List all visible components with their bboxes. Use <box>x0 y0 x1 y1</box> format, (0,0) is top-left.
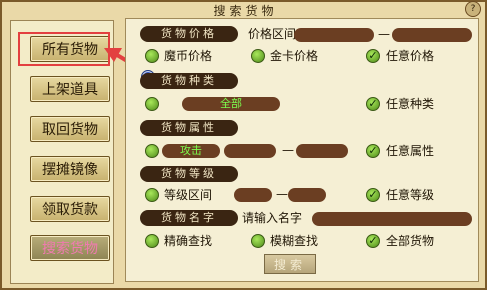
price-max-field[interactable] <box>392 28 472 42</box>
label-any-level: 任意等级 <box>386 188 435 202</box>
price-dash: — <box>378 27 390 41</box>
level-min-field[interactable] <box>234 188 272 202</box>
radio-type-select[interactable] <box>145 97 159 111</box>
sidebar-item-stall-mirror[interactable]: 摆摊镜像 <box>30 156 110 182</box>
help-icon[interactable]: ? <box>465 1 481 17</box>
label-coin-price: 魔币价格 <box>164 49 213 63</box>
label-any-attribute: 任意属性 <box>386 144 435 158</box>
section-level: 货物等级 <box>140 166 238 182</box>
sidebar-item-collect-payment[interactable]: 领取货款 <box>30 196 110 222</box>
label-any-type: 任意种类 <box>386 97 435 111</box>
radio-attribute-select[interactable] <box>145 144 159 158</box>
name-input[interactable] <box>312 212 472 226</box>
label-level-range: 等级区间 <box>164 188 213 202</box>
label-exact-search: 精确查找 <box>164 234 213 248</box>
attribute-max-field[interactable] <box>296 144 348 158</box>
label-card-price: 金卡价格 <box>270 49 319 63</box>
checkbox-any-level[interactable]: ✓ <box>366 188 380 202</box>
checkbox-all-goods[interactable]: ✓ <box>366 234 380 248</box>
level-max-field[interactable] <box>288 188 326 202</box>
radio-exact-search[interactable] <box>145 234 159 248</box>
annotation-highlight-box <box>18 32 110 66</box>
checkbox-any-attribute[interactable]: ✓ <box>366 144 380 158</box>
name-input-label: 请输入名字 <box>242 211 303 225</box>
market-window: 搜索货物 ? 所有货物 上架道具 取回货物 摆摊镜像 领取货款 搜索货物 货物价… <box>0 0 487 290</box>
section-name: 货物名字 <box>140 210 238 226</box>
section-type: 货物种类 <box>140 73 238 89</box>
attribute-min-field[interactable] <box>224 144 276 158</box>
radio-fuzzy-search[interactable] <box>251 234 265 248</box>
price-min-field[interactable] <box>294 28 374 42</box>
label-all-goods: 全部货物 <box>386 234 435 248</box>
type-dropdown[interactable]: 全部 <box>182 97 280 111</box>
label-fuzzy-search: 模糊查找 <box>270 234 319 248</box>
attribute-dropdown[interactable]: 攻击 <box>162 144 220 158</box>
section-attribute: 货物属性 <box>140 120 238 136</box>
section-price: 货物价格 <box>140 26 238 42</box>
radio-level-range[interactable] <box>145 188 159 202</box>
price-range-label: 价格区间 <box>248 27 297 41</box>
sidebar-item-retrieve-goods[interactable]: 取回货物 <box>30 116 110 142</box>
attribute-dash: — <box>282 143 294 157</box>
radio-coin-price[interactable] <box>145 49 159 63</box>
radio-card-price[interactable] <box>251 49 265 63</box>
sidebar-item-search-goods[interactable]: 搜索货物 <box>30 235 110 261</box>
checkbox-any-price[interactable]: ✓ <box>366 49 380 63</box>
label-any-price: 任意价格 <box>386 49 435 63</box>
sidebar-item-list-item[interactable]: 上架道具 <box>30 76 110 102</box>
level-dash: — <box>276 187 288 201</box>
checkbox-any-type[interactable]: ✓ <box>366 97 380 111</box>
search-button[interactable]: 搜索 <box>264 254 316 274</box>
